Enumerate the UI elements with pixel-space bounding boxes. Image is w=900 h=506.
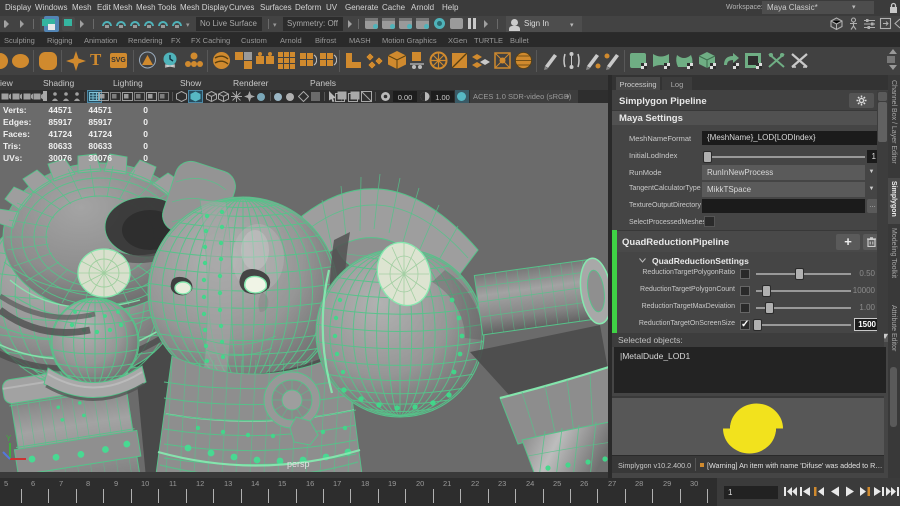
svg-text:Y: Y — [6, 434, 12, 443]
svg-text:persp: persp — [287, 459, 310, 469]
